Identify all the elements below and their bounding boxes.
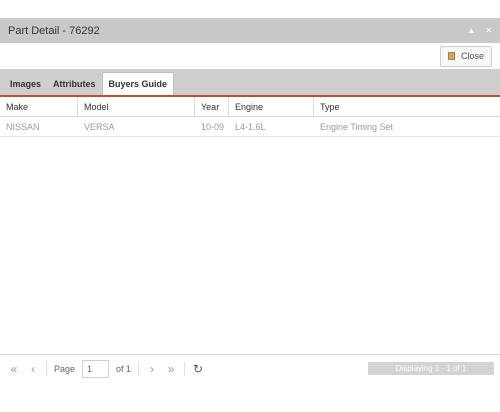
display-status: Displaying 1 - 1 of 1 bbox=[368, 362, 494, 375]
cell-model: VERSA bbox=[84, 121, 115, 132]
page-label: Page bbox=[54, 363, 76, 374]
grid-body: NISSAN VERSA 10-09 L4-1.6L Engine Timing… bbox=[0, 117, 500, 355]
cell-year: 10-09 bbox=[201, 121, 225, 132]
column-header-model[interactable]: Model bbox=[78, 97, 195, 116]
refresh-icon[interactable]: ↻ bbox=[192, 363, 204, 375]
column-header-engine[interactable]: Engine bbox=[229, 97, 314, 116]
close-icon[interactable]: ✕ bbox=[485, 26, 492, 35]
tab-strip: Images Attributes Buyers Guide bbox=[0, 69, 500, 97]
grid-header: Make Model Year Engine Type bbox=[0, 97, 500, 117]
paging-toolbar: « ‹ Page 1 of 1 › » ↻ Displaying 1 - 1 o… bbox=[0, 355, 500, 382]
tab-attributes[interactable]: Attributes bbox=[47, 73, 102, 95]
page-top-gap bbox=[0, 0, 500, 18]
cell-make: NISSAN bbox=[6, 121, 40, 132]
pager-separator bbox=[46, 361, 47, 376]
collapse-icon[interactable]: ▲ bbox=[467, 26, 475, 35]
buyers-guide-grid: Make Model Year Engine Type NISSAN VERSA… bbox=[0, 97, 500, 355]
window-title: Part Detail - 76292 bbox=[8, 24, 100, 37]
window-toolbar: Close bbox=[0, 43, 500, 69]
close-button-label: Close bbox=[460, 51, 484, 61]
cell-engine: L4-1.6L bbox=[235, 121, 266, 132]
pager-separator bbox=[184, 361, 186, 376]
document-icon bbox=[447, 52, 455, 60]
next-page-icon[interactable]: › bbox=[146, 363, 158, 375]
table-row[interactable]: NISSAN VERSA 10-09 L4-1.6L Engine Timing… bbox=[0, 117, 500, 137]
window-titlebar[interactable]: Part Detail - 76292 ▲ ✕ bbox=[0, 18, 500, 43]
tab-images[interactable]: Images bbox=[4, 73, 47, 95]
column-header-make[interactable]: Make bbox=[0, 97, 78, 116]
previous-page-icon[interactable]: ‹ bbox=[27, 363, 39, 375]
part-detail-window: Part Detail - 76292 ▲ ✕ Close Images Att… bbox=[0, 18, 500, 412]
column-header-type[interactable]: Type bbox=[314, 97, 500, 116]
first-page-icon[interactable]: « bbox=[8, 363, 20, 375]
pager-separator bbox=[138, 361, 140, 376]
close-button[interactable]: Close bbox=[439, 45, 492, 67]
tab-buyers-guide[interactable]: Buyers Guide bbox=[101, 72, 175, 95]
tab-images-label: Images bbox=[10, 79, 42, 89]
window-tools: ▲ ✕ bbox=[467, 26, 492, 35]
tab-attributes-label: Attributes bbox=[53, 79, 96, 89]
tab-buyers-guide-label: Buyers Guide bbox=[108, 79, 168, 89]
column-header-year[interactable]: Year bbox=[195, 97, 229, 116]
last-page-icon[interactable]: » bbox=[165, 363, 177, 375]
cell-type: Engine Timing Set bbox=[320, 121, 394, 132]
page-number-input[interactable]: 1 bbox=[82, 359, 110, 378]
page-count-label: of 1 bbox=[116, 363, 132, 374]
